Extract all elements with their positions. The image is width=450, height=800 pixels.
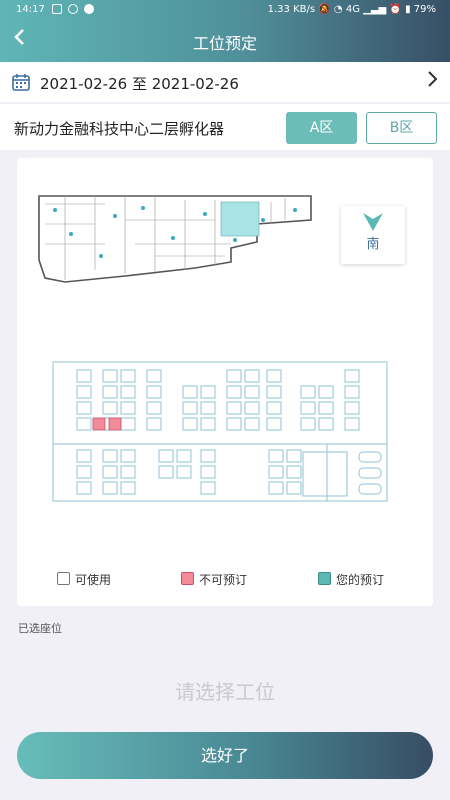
gallery-icon bbox=[52, 4, 62, 14]
zone-b-button[interactable]: B区 bbox=[366, 112, 437, 144]
selected-seats-label: 已选座位 bbox=[18, 622, 62, 635]
location-row: 新动力金融科技中心二层孵化器 A区 B区 bbox=[0, 104, 450, 150]
compass-direction: 南 bbox=[366, 237, 380, 252]
unavailable-seat bbox=[92, 417, 106, 431]
zone-a-button[interactable]: A区 bbox=[286, 112, 357, 144]
app-header: 14:17 1.33 KB/s 🔕 ◔ 4G ▁▃▅ ⏰ ▮ 79% 工位预定 bbox=[0, 0, 450, 62]
date-range-row[interactable]: 2021-02-26 至 2021-02-26 bbox=[0, 62, 450, 102]
available-swatch bbox=[57, 572, 70, 585]
seat-legend: 可使用 不可预订 您的预订 bbox=[53, 568, 413, 588]
mute-icon: 🔕 bbox=[318, 4, 331, 15]
status-bar: 14:17 1.33 KB/s 🔕 ◔ 4G ▁▃▅ ⏰ ▮ 79% bbox=[0, 0, 450, 20]
mine-swatch bbox=[318, 572, 331, 585]
seat-floor-plan[interactable] bbox=[47, 356, 397, 506]
floor-plan-card: 南 可使用 不可预订 您的预订 bbox=[17, 158, 433, 606]
page-title: 工位预定 bbox=[192, 34, 257, 53]
network-type: 4G bbox=[345, 4, 360, 15]
alarm-icon: ⏰ bbox=[389, 4, 402, 15]
calendar-icon bbox=[11, 72, 31, 96]
date-range-text: 2021-02-26 至 2021-02-26 bbox=[40, 75, 239, 93]
legend-mine: 您的预订 bbox=[336, 573, 385, 587]
signal-icon: ▁▃▅ bbox=[363, 4, 387, 15]
battery-icon: ▮ bbox=[405, 4, 411, 15]
wifi-icon: ◔ bbox=[333, 4, 343, 15]
status-time: 14:17 bbox=[16, 4, 45, 15]
unavailable-swatch bbox=[181, 572, 194, 585]
legend-unavailable: 不可预订 bbox=[199, 573, 248, 587]
chevron-right-icon[interactable] bbox=[426, 68, 440, 96]
overview-map[interactable] bbox=[35, 190, 315, 290]
selection-placeholder: 请选择工位 bbox=[175, 680, 275, 704]
legend-available: 可使用 bbox=[75, 573, 112, 587]
confirm-button[interactable]: 选好了 bbox=[17, 732, 433, 779]
location-name: 新动力金融科技中心二层孵化器 bbox=[14, 120, 225, 138]
battery-level: 79% bbox=[413, 4, 436, 15]
status-right: 1.33 KB/s 🔕 ◔ 4G ▁▃▅ ⏰ ▮ 79% bbox=[268, 4, 436, 15]
notification-icon bbox=[68, 4, 78, 14]
network-speed: 1.33 KB/s bbox=[267, 4, 316, 15]
compass-arrow-icon bbox=[363, 213, 383, 231]
app-icon bbox=[84, 4, 94, 14]
unavailable-seat bbox=[108, 417, 122, 431]
compass-indicator: 南 bbox=[341, 206, 405, 264]
